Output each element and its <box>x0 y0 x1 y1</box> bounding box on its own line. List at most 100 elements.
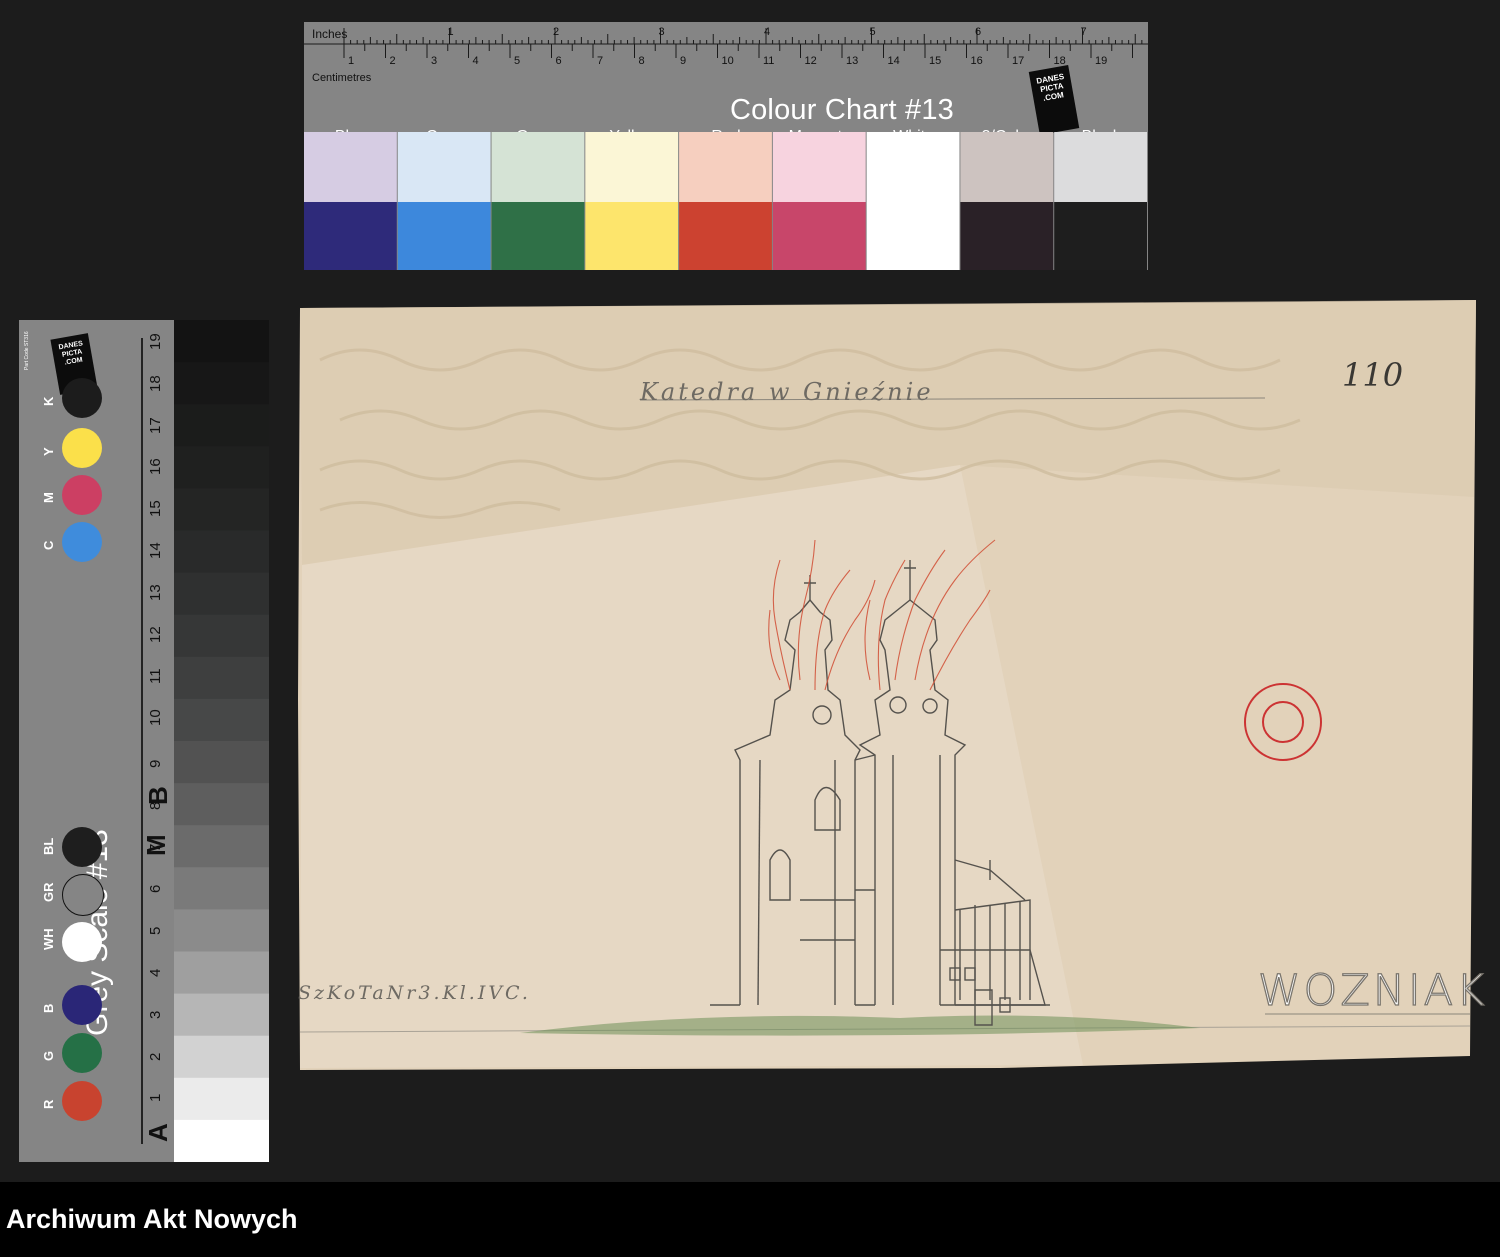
grey-step-12 <box>174 825 269 868</box>
cm-number: 6 <box>556 55 562 67</box>
dot-bl <box>62 827 102 867</box>
inch-number: 3 <box>659 26 665 38</box>
cm-number: 13 <box>846 55 858 67</box>
step-number: 10 <box>147 709 164 727</box>
cm-number: 11 <box>763 55 774 67</box>
dot-y <box>62 428 102 468</box>
swatch-light-7 <box>960 132 1054 202</box>
cm-number: 17 <box>1012 55 1024 67</box>
cm-number: 2 <box>390 55 396 67</box>
swatch-dark-4 <box>679 202 772 270</box>
cm-number: 14 <box>888 55 900 67</box>
swatch-light-3 <box>585 132 679 202</box>
inch-number: 7 <box>1081 26 1087 38</box>
inch-number: 6 <box>975 26 981 38</box>
grey-step-14 <box>174 909 269 952</box>
dot-r <box>62 1081 102 1121</box>
colour-chart: 12345678 12345678910111213141516171819 I… <box>304 22 1148 270</box>
dot-gr <box>62 874 104 916</box>
grey-step-11 <box>174 783 269 826</box>
cm-number: 7 <box>597 55 603 67</box>
dot-label-y: Y <box>41 447 56 456</box>
grey-step-6 <box>174 572 269 616</box>
step-number: 18 <box>147 375 164 392</box>
dot-label-wh: WH <box>41 928 56 950</box>
swatch-light-1 <box>397 132 491 202</box>
grey-step-1 <box>174 362 269 405</box>
dot-label-bl: BL <box>41 837 56 855</box>
cm-number: 1 <box>348 55 354 67</box>
swatch-dark-1 <box>397 202 491 270</box>
cm-number: 5 <box>514 55 520 67</box>
dot-label-m: M <box>41 492 56 503</box>
inches-label: Inches <box>312 27 347 41</box>
cm-number: 12 <box>805 55 817 67</box>
dot-label-g: G <box>41 1050 56 1061</box>
grey-step-17 <box>174 1035 269 1079</box>
page-number: 110 <box>1342 356 1404 394</box>
swatch-dark-8 <box>1054 202 1147 270</box>
dot-label-r: R <box>41 1099 56 1109</box>
step-number: 3 <box>147 1010 164 1019</box>
step-number: 11 <box>147 668 164 685</box>
swatch-dark-6 <box>866 202 960 270</box>
step-number: 6 <box>147 885 164 894</box>
step-number: 4 <box>147 968 164 977</box>
inch-number: 4 <box>764 26 770 38</box>
grey-step-16 <box>174 993 269 1037</box>
swatch-light-6 <box>866 132 960 202</box>
centimetres-label: Centimetres <box>312 72 372 82</box>
grey-step-9 <box>174 698 269 742</box>
cm-number: 8 <box>639 55 645 67</box>
dot-label-gr: GR <box>41 882 56 903</box>
dot-label-k: K <box>41 396 56 406</box>
grey-step-10 <box>174 741 269 784</box>
ruler: 12345678 12345678910111213141516171819 I… <box>304 26 1148 82</box>
step-number: 1 <box>147 1094 164 1103</box>
swatch-light-5 <box>772 132 866 202</box>
grey-step-5 <box>174 530 269 574</box>
cm-number: 4 <box>473 55 479 67</box>
step-number: 16 <box>147 458 164 476</box>
swatch-light-0 <box>304 132 397 202</box>
cm-number: 15 <box>929 55 941 67</box>
dot-label-b: B <box>41 1003 56 1013</box>
dot-label-c: C <box>41 540 56 550</box>
dot-wh <box>62 922 102 962</box>
dot-g <box>62 1033 102 1073</box>
cm-number: 19 <box>1095 55 1107 67</box>
dot-m <box>62 475 102 515</box>
step-number: 12 <box>147 625 164 643</box>
cm-number: 9 <box>680 55 686 67</box>
dot-k <box>62 378 102 418</box>
swatch-dark-0 <box>304 202 397 270</box>
dot-c <box>62 522 102 562</box>
step-number: 2 <box>147 1052 164 1061</box>
swatch-dark-5 <box>772 202 866 270</box>
cm-number: 16 <box>971 55 983 67</box>
grey-step-8 <box>174 656 269 700</box>
swatch-light-4 <box>679 132 772 202</box>
grey-step-13 <box>174 867 269 910</box>
archive-name: Archiwum Akt Nowych <box>6 1204 298 1234</box>
dot-b <box>62 985 102 1025</box>
grey-step-2 <box>174 404 269 447</box>
document-sheet <box>298 300 1476 1070</box>
swatch-dark-7 <box>960 202 1054 270</box>
inch-number: 1 <box>448 26 454 38</box>
swatch-dark-2 <box>491 202 585 270</box>
step-number: 19 <box>147 333 164 350</box>
grey-steps <box>174 320 269 1162</box>
cm-number: 3 <box>431 55 437 67</box>
grey-step-0 <box>174 320 269 363</box>
part-code: Part Code ST316 <box>24 331 30 370</box>
grey-step-19 <box>174 1119 269 1162</box>
drawing-title: Katedra w Gnieźnie <box>640 378 934 406</box>
grey-step-4 <box>174 488 269 531</box>
inch-number: 2 <box>553 26 559 38</box>
step-number: 9 <box>147 759 164 768</box>
school-caption: SzKoTaNr3.Kl.IVC. <box>298 982 531 1004</box>
grey-step-7 <box>174 614 269 658</box>
grey-step-18 <box>174 1077 269 1121</box>
letter-a: A <box>143 1123 173 1142</box>
